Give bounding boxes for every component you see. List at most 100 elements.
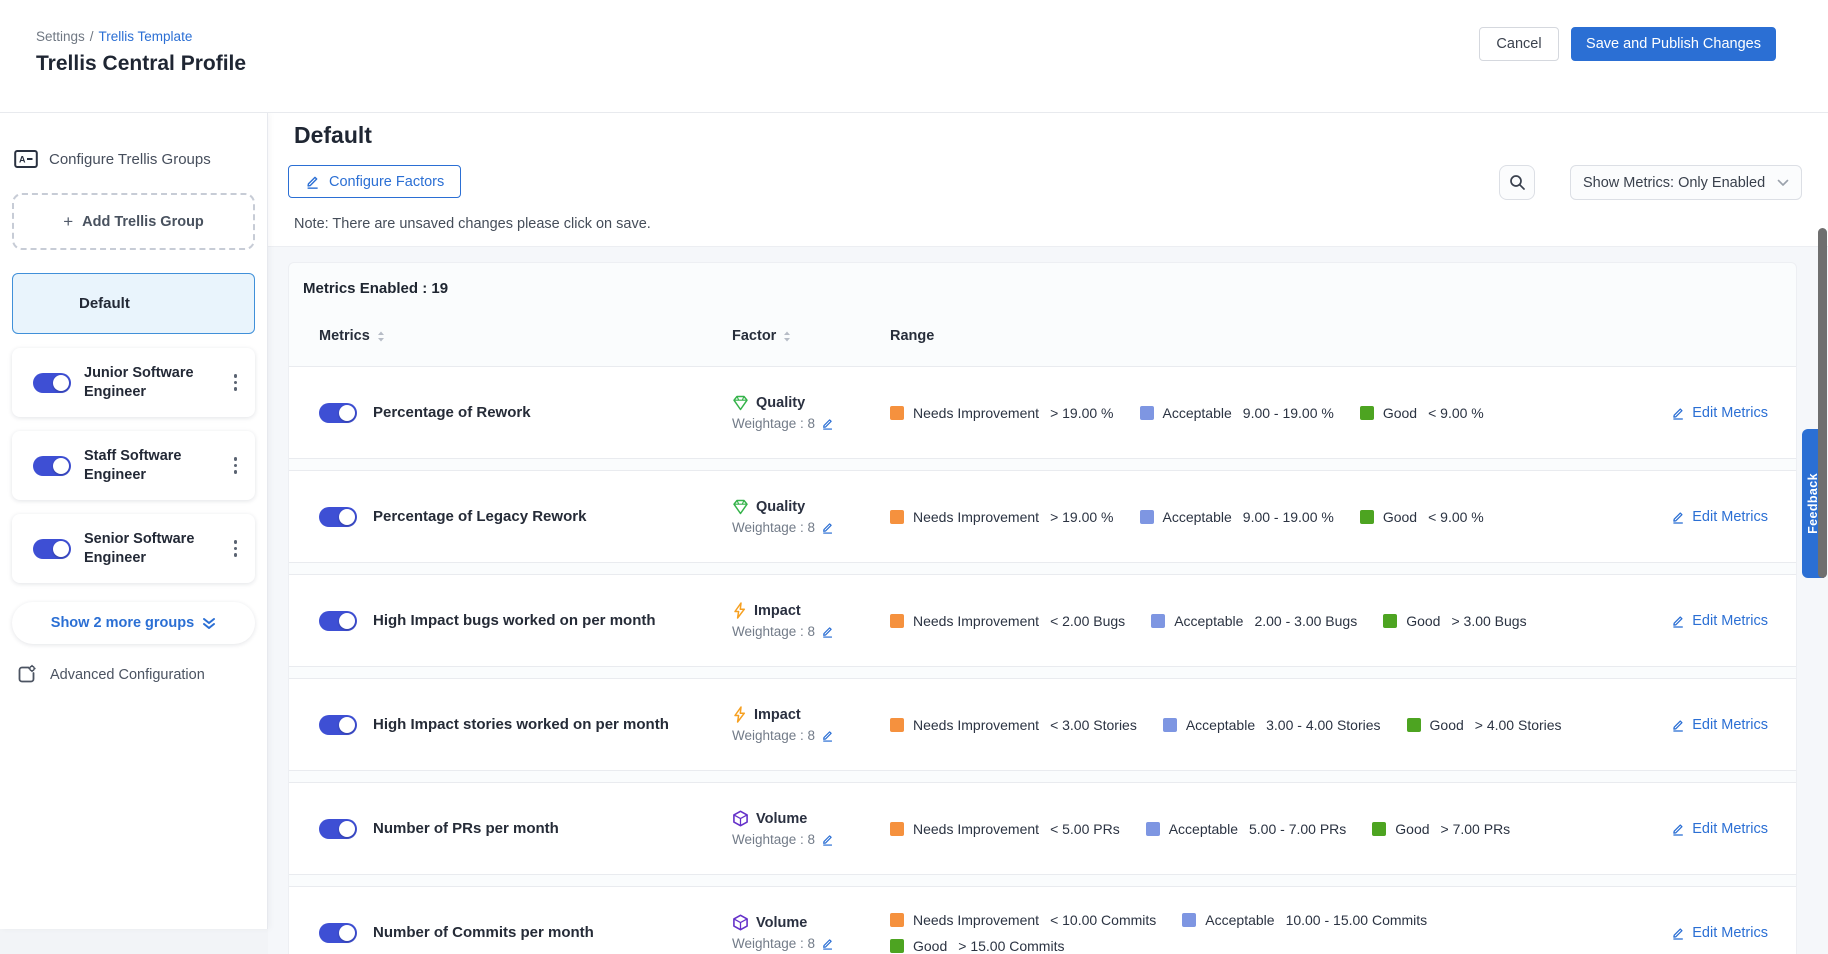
factor-cell: Quality Weightage : 8 [732,395,890,431]
range-needs-improvement: Needs Improvement< 2.00 Bugs [890,613,1125,629]
breadcrumb-trellis-template-link[interactable]: Trellis Template [99,29,193,44]
metric-toggle[interactable] [319,819,357,839]
metric-toggle[interactable] [319,611,357,631]
breadcrumb-settings: Settings [36,29,85,44]
range-good: Good> 15.00 Commits [890,938,1064,954]
plus-icon: + [63,212,73,232]
kebab-menu-icon[interactable] [230,370,242,395]
edit-pencil-icon [305,174,320,189]
factor-cell: Volume Weightage : 8 [732,810,890,847]
edit-pencil-icon [1671,406,1685,420]
factor-cell: Volume Weightage : 8 [732,914,890,951]
show-more-groups-label: Show 2 more groups [51,615,194,631]
range-needs-improvement: Needs Improvement< 5.00 PRs [890,821,1120,837]
edit-metrics-link[interactable]: Edit Metrics [1671,405,1768,421]
edit-metrics-label: Edit Metrics [1692,509,1768,525]
sidebar: A Configure Trellis Groups + Add Trellis… [0,113,268,929]
metric-toggle[interactable] [319,715,357,735]
column-header-metrics[interactable]: Metrics [319,328,732,344]
edit-weightage-icon[interactable] [821,833,834,846]
metric-name: High Impact stories worked on per month [373,716,732,733]
edit-pencil-icon [1671,822,1685,836]
search-icon [1509,174,1526,191]
search-button[interactable] [1499,165,1535,200]
metric-toggle[interactable] [319,507,357,527]
cancel-button[interactable]: Cancel [1479,27,1559,61]
metrics-enabled-count: Metrics Enabled : 19 [289,263,1796,297]
kebab-menu-icon[interactable] [230,453,242,478]
good-swatch [1383,614,1397,628]
acceptable-swatch [1140,510,1154,524]
impact-bolt-icon [732,602,747,619]
edit-weightage-icon[interactable] [821,937,834,950]
edit-weightage-icon[interactable] [821,729,834,742]
range-good: Good> 7.00 PRs [1372,821,1510,837]
sidebar-item-default[interactable]: Default [12,273,255,334]
good-swatch [1360,510,1374,524]
table-row: Number of PRs per month Volume Weightage… [289,782,1796,875]
edit-metrics-link[interactable]: Edit Metrics [1671,925,1768,941]
column-header-factor[interactable]: Factor [732,328,890,344]
edit-pencil-icon [1671,926,1685,940]
show-metrics-dropdown-value: Show Metrics: Only Enabled [1583,175,1765,191]
edit-weightage-icon[interactable] [821,417,834,430]
configure-trellis-groups-label: Configure Trellis Groups [49,151,211,168]
weightage-label: Weightage : 8 [732,832,815,847]
metric-toggle[interactable] [319,403,357,423]
quality-gem-icon [732,395,749,411]
advanced-configuration-button[interactable]: Advanced Configuration [12,664,255,685]
sidebar-item-staff-software-engineer[interactable]: Staff Software Engineer [12,431,255,500]
factor-name: Volume [756,811,807,827]
needs-improvement-swatch [890,913,904,927]
needs-improvement-swatch [890,614,904,628]
range-needs-improvement: Needs Improvement> 19.00 % [890,405,1114,421]
metrics-rows: Percentage of Rework Quality Weightage :… [289,366,1796,954]
breadcrumb-separator: / [90,29,94,44]
column-header-factor-label: Factor [732,328,776,344]
configure-factors-button[interactable]: Configure Factors [288,165,461,198]
add-trellis-group-button[interactable]: + Add Trellis Group [12,193,255,250]
chevron-down-icon [1777,179,1789,187]
group-toggle[interactable] [33,373,71,393]
good-swatch [1360,406,1374,420]
sort-icon [377,331,385,342]
double-chevron-down-icon [202,617,216,630]
sidebar-item-junior-software-engineer[interactable]: Junior Software Engineer [12,348,255,417]
range-acceptable: Acceptable10.00 - 15.00 Commits [1182,912,1427,928]
table-header-row: Metrics Factor Range [289,328,1796,344]
save-and-publish-button[interactable]: Save and Publish Changes [1571,27,1776,61]
range-cell: Needs Improvement> 19.00 % Acceptable9.0… [890,405,1611,421]
edit-weightage-icon[interactable] [821,625,834,638]
configure-trellis-groups-header: A Configure Trellis Groups [12,149,255,169]
metric-toggle[interactable] [319,923,357,943]
advanced-configuration-label: Advanced Configuration [50,667,205,683]
edit-metrics-link[interactable]: Edit Metrics [1671,717,1768,733]
range-good: Good> 4.00 Stories [1407,717,1562,733]
configure-factors-label: Configure Factors [329,174,444,190]
show-more-groups-button[interactable]: Show 2 more groups [12,602,255,644]
group-name: Junior Software Engineer [84,364,212,400]
edit-metrics-link[interactable]: Edit Metrics [1671,509,1768,525]
app-header: Settings/Trellis Template Trellis Centra… [0,0,1828,113]
sidebar-item-senior-software-engineer[interactable]: Senior Software Engineer [12,514,255,583]
edit-weightage-icon[interactable] [821,521,834,534]
weightage-label: Weightage : 8 [732,416,815,431]
factor-cell: Quality Weightage : 8 [732,499,890,535]
table-row: Number of Commits per month Volume Weigh… [289,886,1796,954]
group-toggle[interactable] [33,456,71,476]
metric-name: Number of Commits per month [373,924,732,941]
table-row: Percentage of Rework Quality Weightage :… [289,366,1796,459]
factor-name: Quality [756,499,805,515]
add-trellis-group-label: Add Trellis Group [82,214,204,230]
acceptable-swatch [1163,718,1177,732]
vertical-scrollbar-thumb[interactable] [1818,228,1827,578]
edit-metrics-link[interactable]: Edit Metrics [1671,613,1768,629]
group-toggle[interactable] [33,539,71,559]
kebab-menu-icon[interactable] [230,536,242,561]
show-metrics-dropdown[interactable]: Show Metrics: Only Enabled [1570,165,1802,200]
metric-name: Percentage of Legacy Rework [373,508,732,525]
factor-name: Impact [754,707,801,723]
edit-metrics-link[interactable]: Edit Metrics [1671,821,1768,837]
table-row: High Impact stories worked on per month … [289,678,1796,771]
factor-cell: Impact Weightage : 8 [732,706,890,743]
